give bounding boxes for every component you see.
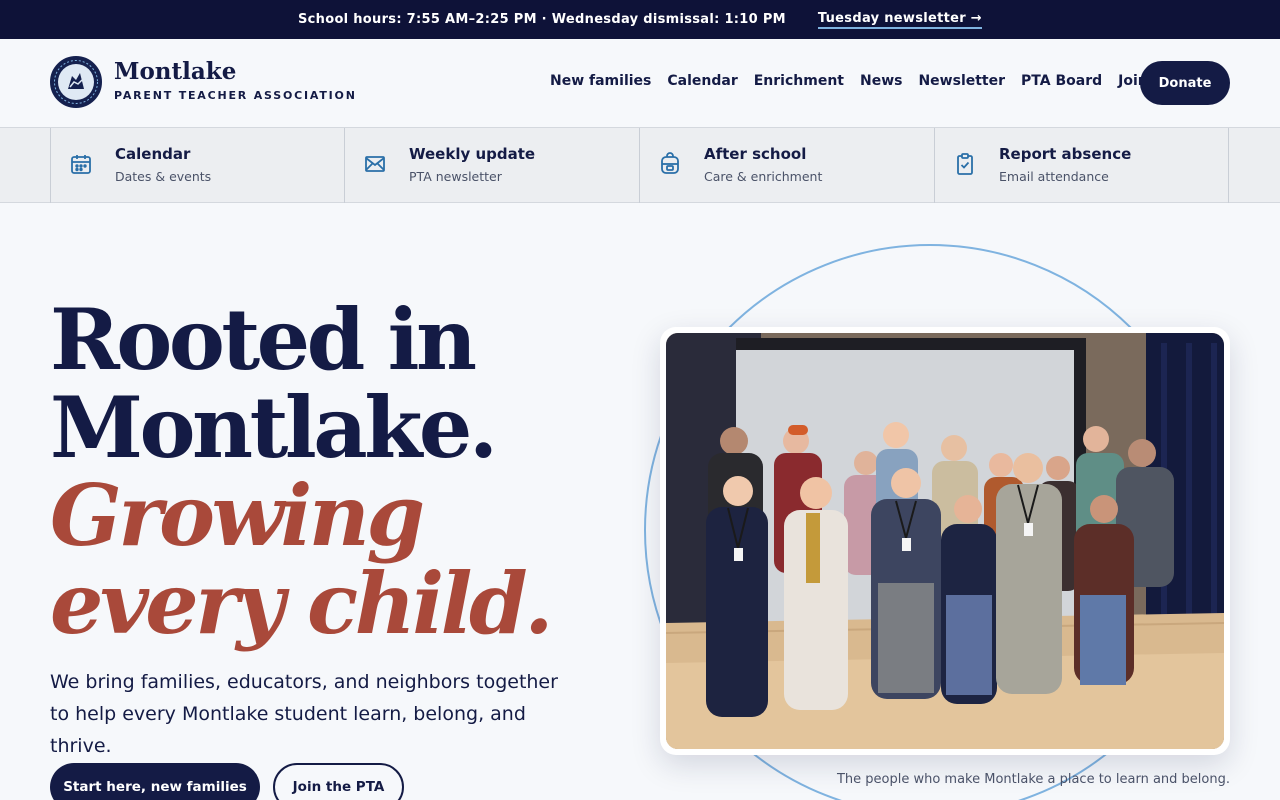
newsletter-link[interactable]: Tuesday newsletter →	[817, 11, 982, 29]
staff-group-photo	[666, 333, 1224, 749]
envelope-icon	[365, 156, 385, 172]
school-hours-text: School hours: 7:55 AM–2:25 PM · Wednesda…	[297, 12, 786, 27]
brand-name[interactable]: Montlake	[114, 58, 236, 85]
quick-link-subtitle: Email attendance	[999, 169, 1109, 184]
main-nav: New families Calendar Enrichment News Ne…	[550, 73, 1148, 89]
site-header: Montlake PARENT TEACHER ASSOCIATION New …	[0, 39, 1280, 128]
announcement-bar: School hours: 7:55 AM–2:25 PM · Wednesda…	[0, 0, 1280, 39]
quick-link-subtitle: Care & enrichment	[704, 169, 823, 184]
quick-link-report-absence[interactable]: Report absence Email attendance	[934, 128, 1229, 203]
hero-lede: We bring families, educators, and neighb…	[50, 671, 558, 757]
nav-enrichment[interactable]: Enrichment	[754, 73, 844, 89]
brand-subtitle: PARENT TEACHER ASSOCIATION	[114, 89, 357, 102]
quick-link-calendar[interactable]: Calendar Dates & events	[50, 128, 345, 203]
headline-accent-line: every child.	[50, 554, 554, 653]
quick-link-subtitle: Dates & events	[115, 169, 212, 184]
photo-caption: The people who make Montlake a place to …	[836, 772, 1230, 787]
join-pta-button[interactable]: Join the PTA	[273, 763, 404, 800]
clipboard-check-icon	[957, 153, 973, 175]
donate-button[interactable]: Donate	[1140, 61, 1230, 105]
school-seal-icon[interactable]	[50, 56, 102, 108]
calendar-icon	[71, 155, 91, 174]
nav-pta-board[interactable]: PTA Board	[1021, 73, 1102, 89]
backpack-icon	[661, 152, 679, 174]
nav-newsletter[interactable]: Newsletter	[918, 73, 1005, 89]
quick-link-weekly-update[interactable]: Weekly update PTA newsletter	[344, 128, 639, 203]
nav-calendar[interactable]: Calendar	[667, 73, 737, 89]
quick-link-title: Report absence	[999, 145, 1132, 163]
nav-new-families[interactable]: New families	[550, 73, 651, 89]
quick-link-title: Calendar	[115, 145, 191, 163]
new-families-button[interactable]: Start here, new families	[50, 763, 260, 800]
headline-line: Rooted in	[50, 290, 477, 389]
nav-news[interactable]: News	[860, 73, 902, 89]
quick-link-after-school[interactable]: After school Care & enrichment	[639, 128, 934, 203]
quick-links-bar: Calendar Dates & events Weekly update PT…	[0, 127, 1280, 203]
headline-accent-line: Growing	[50, 466, 425, 565]
quick-link-title: Weekly update	[409, 145, 536, 163]
hero-headline: Rooted in Montlake. Growing every child.	[50, 290, 554, 653]
headline-line: Montlake.	[50, 378, 498, 477]
quick-link-title: After school	[704, 145, 807, 163]
quick-link-subtitle: PTA newsletter	[409, 169, 502, 184]
